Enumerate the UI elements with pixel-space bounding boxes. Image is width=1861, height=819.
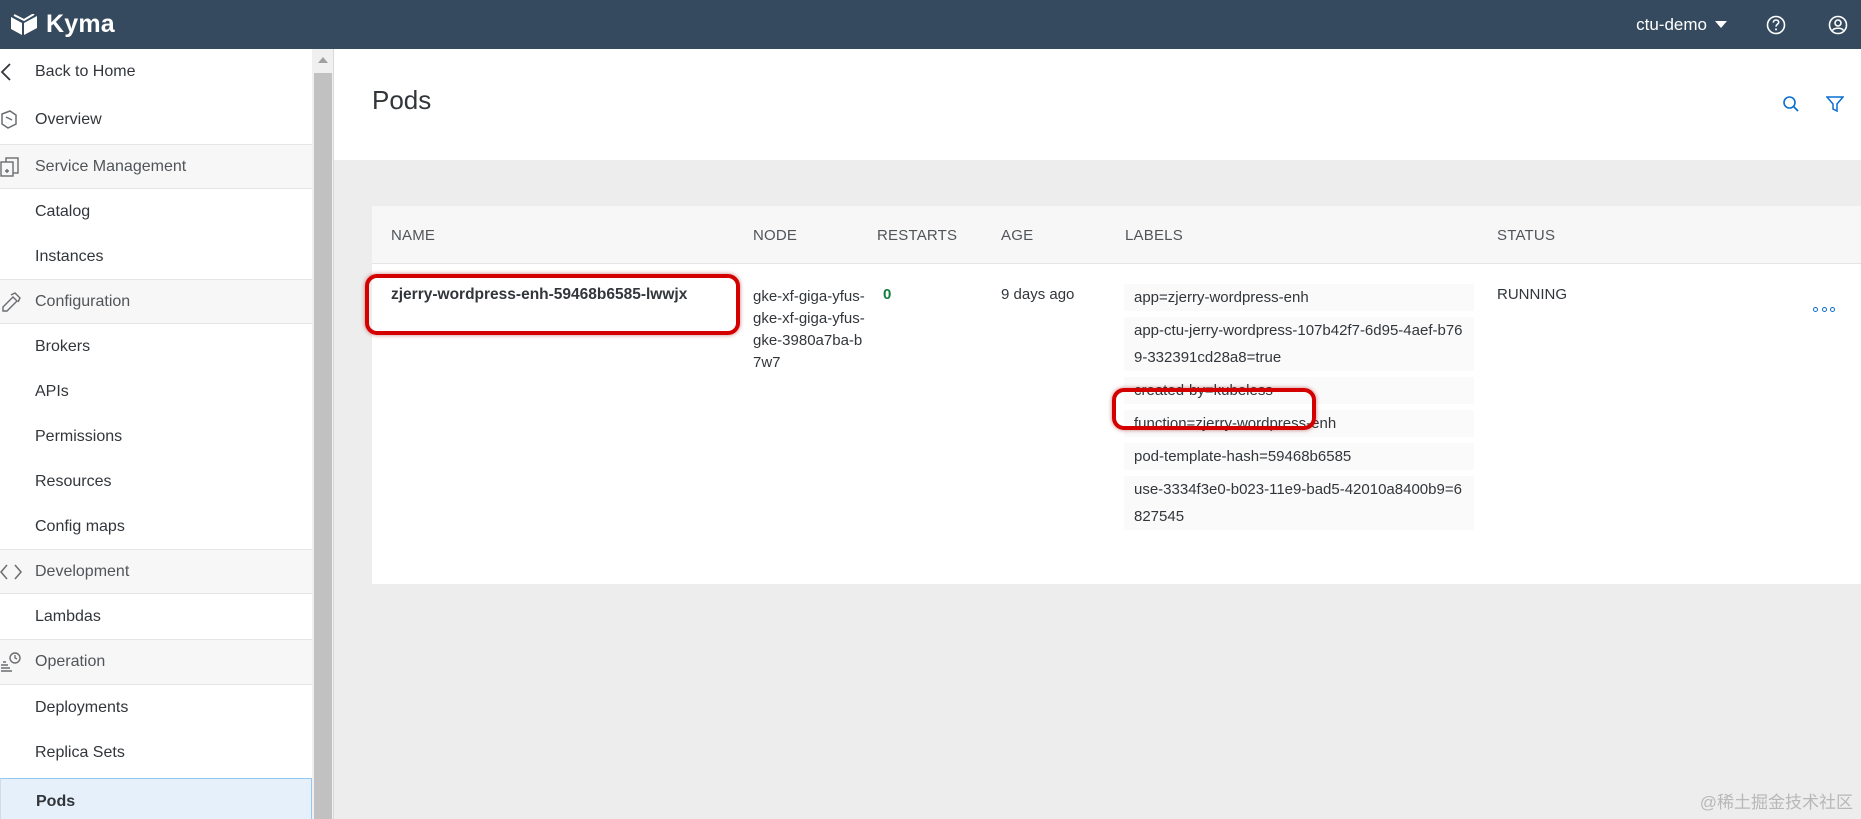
- pod-age: 9 days ago: [1001, 286, 1075, 303]
- apis-label: APIs: [35, 382, 69, 400]
- main-content: Pods NAME NODE RESTARTS AGE LABELS STATU…: [334, 49, 1861, 819]
- development-label: Development: [35, 562, 130, 580]
- column-header-node[interactable]: NODE: [753, 227, 797, 244]
- pods-table: NAME NODE RESTARTS AGE LABELS STATUS zje…: [372, 206, 1861, 584]
- sidebar-item-permissions[interactable]: Permissions: [0, 414, 312, 459]
- configuration-label: Configuration: [35, 292, 131, 310]
- overview-label: Overview: [35, 110, 102, 128]
- code-icon: [0, 560, 24, 584]
- sidebar-item-brokers[interactable]: Brokers: [0, 324, 312, 369]
- sidebar-item-catalog[interactable]: Catalog: [0, 189, 312, 234]
- label-chip: app-ctu-jerry-wordpress-107b42f7-6d95-4a…: [1124, 317, 1474, 371]
- resources-label: Resources: [35, 472, 112, 490]
- operation-icon: [0, 650, 24, 674]
- overview-icon: [0, 108, 24, 132]
- sidebar-item-apis[interactable]: APIs: [0, 369, 312, 414]
- pod-labels: app=zjerry-wordpress-enh app-ctu-jerry-w…: [1124, 284, 1474, 536]
- table-header: NAME NODE RESTARTS AGE LABELS STATUS: [372, 206, 1861, 264]
- namespace-label: ctu-demo: [1636, 14, 1707, 34]
- label-chip: created-by=kubeless: [1124, 377, 1474, 404]
- lambdas-label: Lambdas: [35, 607, 101, 625]
- configuration-icon: [0, 290, 24, 314]
- back-to-home-link[interactable]: Back to Home: [0, 49, 312, 95]
- column-header-age[interactable]: AGE: [1001, 227, 1033, 244]
- sidebar-item-replica-sets[interactable]: Replica Sets: [0, 730, 312, 775]
- sidebar-item-lambdas[interactable]: Lambdas: [0, 594, 312, 639]
- sidebar-item-instances[interactable]: Instances: [0, 234, 312, 279]
- search-icon[interactable]: [1780, 93, 1802, 115]
- scrollbar-thumb[interactable]: [314, 73, 332, 819]
- sidebar-item-resources[interactable]: Resources: [0, 459, 312, 504]
- service-management-icon: [0, 155, 24, 179]
- section-service-management[interactable]: Service Management: [0, 144, 312, 189]
- help-icon[interactable]: [1765, 14, 1787, 36]
- permissions-label: Permissions: [35, 427, 123, 445]
- pod-name-link[interactable]: zjerry-wordpress-enh-59468b6585-lwwjx: [391, 286, 687, 304]
- section-development[interactable]: Development: [0, 549, 312, 594]
- brokers-label: Brokers: [35, 337, 91, 355]
- section-configuration[interactable]: Configuration: [0, 279, 312, 324]
- column-header-labels[interactable]: LABELS: [1125, 227, 1183, 244]
- label-chip: use-3334f3e0-b023-11e9-bad5-42010a8400b9…: [1124, 476, 1474, 530]
- user-account-icon[interactable]: [1827, 14, 1849, 36]
- operation-label: Operation: [35, 653, 106, 670]
- page-title: Pods: [372, 85, 432, 115]
- deployments-label: Deployments: [35, 698, 129, 716]
- sidebar-item-deployments[interactable]: Deployments: [0, 685, 312, 730]
- instances-label: Instances: [35, 247, 104, 265]
- catalog-label: Catalog: [35, 202, 91, 220]
- page-header: Pods: [334, 49, 1861, 160]
- sidebar-scrollbar[interactable]: [312, 49, 334, 819]
- brand[interactable]: Kyma: [10, 10, 115, 39]
- column-header-status[interactable]: STATUS: [1497, 227, 1555, 244]
- watermark: @稀土掘金技术社区: [1699, 793, 1853, 812]
- column-header-name[interactable]: NAME: [391, 227, 435, 244]
- pod-restarts: 0: [883, 286, 892, 303]
- config-maps-label: Config maps: [35, 517, 125, 535]
- scroll-up-arrow-icon[interactable]: [318, 57, 328, 63]
- label-chip: pod-template-hash=59468b6585: [1124, 443, 1474, 470]
- namespace-selector[interactable]: ctu-demo: [1636, 15, 1727, 35]
- label-chip: function=zjerry-wordpress-enh: [1124, 410, 1474, 437]
- column-header-restarts[interactable]: RESTARTS: [877, 227, 957, 244]
- caret-down-icon: [1715, 21, 1727, 28]
- sidebar-item-overview[interactable]: Overview: [0, 95, 312, 144]
- filter-icon[interactable]: [1824, 93, 1846, 115]
- kyma-logo-icon: [11, 13, 37, 35]
- pod-node: gke-xf-giga-yfus-gke-xf-giga-yfus-gke-39…: [753, 288, 865, 371]
- pods-label: Pods: [36, 792, 76, 810]
- sidebar-item-pods[interactable]: Pods: [0, 778, 312, 819]
- sidebar-item-config-maps[interactable]: Config maps: [0, 504, 312, 549]
- service-management-label: Service Management: [35, 157, 187, 175]
- pod-status: RUNNING: [1497, 286, 1567, 303]
- chevron-left-icon: [0, 60, 24, 84]
- shell-bar: Kyma ctu-demo: [0, 0, 1861, 49]
- label-chip: app=zjerry-wordpress-enh: [1124, 284, 1474, 311]
- replica-sets-label: Replica Sets: [35, 743, 125, 761]
- row-actions-more-icon[interactable]: [1813, 303, 1835, 315]
- sidebar: Back to Home Overview Service Management…: [0, 49, 312, 819]
- section-operation[interactable]: Operation: [0, 639, 312, 685]
- back-label: Back to Home: [35, 63, 136, 80]
- brand-name: Kyma: [46, 10, 115, 38]
